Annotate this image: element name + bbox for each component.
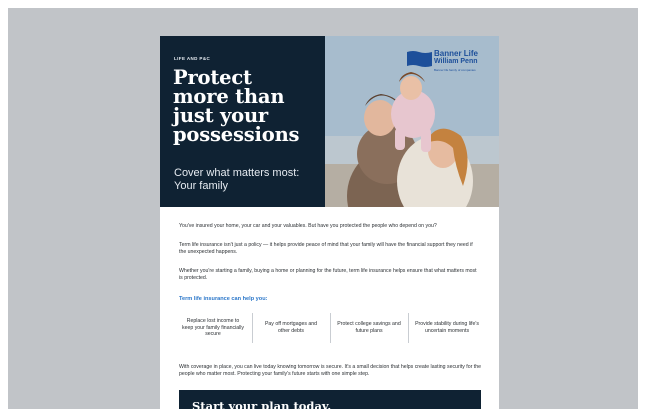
- body-paragraph: Whether you're starting a family, buying…: [179, 268, 477, 282]
- banner-flag-icon: [407, 51, 432, 67]
- banner-life-logo: Banner Life William Penn Banner life fam…: [407, 49, 495, 79]
- benefit-item: Protect college savings and future plans: [330, 312, 408, 344]
- logo-line-1: Banner Life: [434, 49, 479, 58]
- hero-text-panel: LIFE AND P&C Protect more than just your…: [160, 36, 325, 207]
- logo-tagline: Banner life family of companies: [434, 68, 476, 72]
- hero-banner: LIFE AND P&C Protect more than just your…: [160, 36, 499, 207]
- benefit-item: Pay off mortgages and other debts: [252, 312, 330, 344]
- benefits-heading: Term life insurance can help you:: [179, 296, 268, 302]
- benefit-item: Provide stability during life's uncertai…: [408, 312, 486, 344]
- closing-paragraph: With coverage in place, you can live tod…: [179, 364, 482, 378]
- benefit-text: Provide stability during life's uncertai…: [415, 321, 479, 334]
- eyebrow-label: LIFE AND P&C: [174, 56, 211, 61]
- subhead-line: Cover what matters most:: [174, 167, 300, 179]
- logo-line-2: William Penn: [434, 58, 478, 65]
- cta-text: Start your plan today.: [192, 399, 332, 409]
- family-photo: Banner Life William Penn Banner life fam…: [325, 36, 499, 207]
- benefits-row: Replace lost income to keep your family …: [174, 312, 486, 344]
- headline-line: possessions: [173, 123, 300, 146]
- benefit-text: Protect college savings and future plans: [337, 321, 401, 334]
- cta-banner: Start your plan today.: [179, 390, 481, 409]
- intro-paragraph: You've insured your home, your car and y…: [179, 223, 437, 229]
- benefit-item: Replace lost income to keep your family …: [174, 312, 252, 344]
- subheadline: Cover what matters most: Your family: [174, 167, 324, 193]
- body-paragraph: Term life insurance isn't just a policy …: [179, 242, 473, 256]
- headline: Protect more than just your possessions: [173, 68, 321, 146]
- subhead-line: Your family: [174, 180, 229, 192]
- benefit-text: Pay off mortgages and other debts: [264, 321, 318, 334]
- benefit-text: Replace lost income to keep your family …: [182, 318, 244, 338]
- flyer-page: LIFE AND P&C Protect more than just your…: [160, 36, 499, 409]
